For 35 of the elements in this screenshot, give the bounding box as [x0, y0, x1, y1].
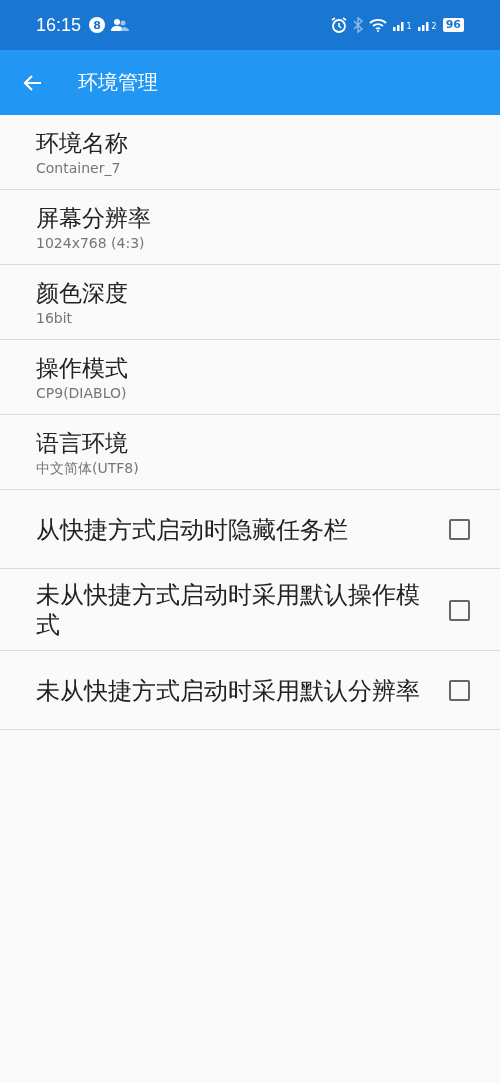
- checkbox[interactable]: [449, 599, 470, 621]
- setting-value: 1024x768 (4:3): [36, 233, 146, 253]
- alarm-icon: [330, 17, 347, 33]
- setting-title: 语言环境: [36, 428, 129, 458]
- checkbox-setting[interactable]: 从快捷方式启动时隐藏任务栏: [0, 490, 500, 569]
- battery-level: 96: [442, 18, 464, 32]
- setting-item[interactable]: 屏幕分辨率 1024x768 (4:3): [0, 190, 500, 265]
- setting-title: 从快捷方式启动时隐藏任务栏: [36, 514, 349, 545]
- back-arrow-icon: [22, 73, 42, 92]
- checkbox[interactable]: [449, 519, 470, 540]
- setting-item[interactable]: 环境名称 Container_7: [0, 115, 500, 190]
- bluetooth-icon: [352, 17, 363, 33]
- setting-title: 未从快捷方式启动时采用默认分辨率: [36, 675, 421, 706]
- setting-value: CP9(DIABLO): [36, 383, 128, 403]
- setting-value: Container_7: [36, 158, 122, 178]
- setting-item[interactable]: 语言环境 中文简体(UTF8): [0, 415, 500, 490]
- checkbox[interactable]: [449, 680, 470, 701]
- contacts-icon: [111, 18, 130, 32]
- checkbox-setting[interactable]: 未从快捷方式启动时采用默认分辨率: [0, 651, 500, 730]
- page-title: 环境管理: [78, 69, 158, 96]
- setting-title: 未从快捷方式启动时采用默认操作模式: [36, 580, 421, 640]
- setting-title: 颜色深度: [36, 278, 129, 308]
- wifi-icon: [368, 18, 387, 32]
- signal-indicator: 2: [417, 19, 437, 31]
- setting-title: 操作模式: [36, 353, 129, 383]
- setting-title: 环境名称: [36, 128, 129, 158]
- notification-badge: 8: [89, 17, 106, 33]
- setting-item[interactable]: 颜色深度 16bit: [0, 265, 500, 340]
- setting-value: 中文简体(UTF8): [36, 458, 140, 478]
- signal-indicator: 1: [392, 19, 412, 31]
- clock-time: 16:15: [36, 14, 82, 36]
- checkbox-setting[interactable]: 未从快捷方式启动时采用默认操作模式: [0, 569, 500, 651]
- setting-item[interactable]: 操作模式 CP9(DIABLO): [0, 340, 500, 415]
- setting-title: 屏幕分辨率: [36, 203, 152, 233]
- setting-value: 16bit: [36, 308, 74, 328]
